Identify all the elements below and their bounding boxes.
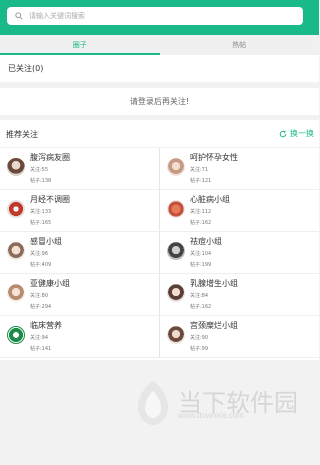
group-card[interactable]: 感冒小组 关注:96 帖子:409 (0, 232, 160, 274)
group-name: 心脏病小组 (190, 195, 230, 204)
group-name: 临床营养 (30, 321, 62, 330)
followed-count: 已关注(0) (8, 64, 44, 73)
recommend-title: 推荐关注 (6, 130, 38, 139)
group-avatar (7, 158, 25, 176)
group-followers: 关注:80 (30, 293, 49, 299)
group-avatar (167, 200, 185, 218)
group-followers: 关注:112 (190, 209, 212, 215)
group-followers: 关注:90 (190, 335, 209, 341)
group-name: 月经不调圈 (30, 195, 70, 204)
login-prompt-section[interactable]: 请登录后再关注! (0, 88, 319, 115)
group-grid: 腹泻病友圈 关注:55 帖子:138 呵护怀孕女性 关注:71 帖子:121 月… (0, 148, 319, 358)
group-card[interactable]: 月经不调圈 关注:133 帖子:165 (0, 190, 160, 232)
group-posts: 帖子:121 (190, 178, 212, 184)
tab-circles[interactable]: 圈子 (0, 35, 160, 55)
group-avatar (167, 326, 185, 344)
group-card[interactable]: 祛痘小组 关注:104 帖子:199 (160, 232, 319, 274)
group-name: 腹泻病友圈 (30, 153, 70, 162)
watermark-text: 当下软件园 (178, 389, 298, 417)
group-name: 亚健康小组 (30, 279, 70, 288)
group-posts: 帖子:165 (30, 220, 52, 226)
group-posts: 帖子:141 (30, 346, 52, 352)
group-card[interactable]: 临床营养 关注:94 帖子:141 (0, 316, 160, 358)
top-header (0, 0, 319, 35)
refresh-icon (279, 130, 287, 137)
group-card[interactable]: 乳腺增生小组 关注:84 帖子:162 (160, 274, 319, 316)
group-followers: 关注:104 (190, 251, 212, 257)
group-followers: 关注:96 (30, 251, 49, 257)
watermark-url: www.downxia.com (178, 411, 244, 420)
group-avatar (7, 284, 25, 302)
group-avatar (7, 200, 25, 218)
group-name: 感冒小组 (30, 237, 62, 246)
group-posts: 帖子:409 (30, 262, 52, 268)
followed-section: 已关注(0) (0, 55, 319, 82)
refresh-button[interactable]: 换一换 (279, 128, 314, 139)
refresh-label: 换一换 (290, 129, 314, 138)
group-card[interactable]: 呵护怀孕女性 关注:71 帖子:121 (160, 148, 319, 190)
search-input[interactable] (29, 12, 279, 20)
recommend-section: 推荐关注 换一换 腹泻病友圈 关注:55 帖子:138 呵护怀孕女性 关注:71… (0, 120, 319, 360)
group-name: 祛痘小组 (190, 237, 222, 246)
group-posts: 帖子:99 (190, 346, 209, 352)
group-name: 呵护怀孕女性 (190, 153, 238, 162)
group-avatar (167, 158, 185, 176)
search-bar[interactable] (7, 7, 303, 25)
group-posts: 帖子:138 (30, 178, 52, 184)
group-avatar (7, 242, 25, 260)
tab-hot-posts[interactable]: 热帖 (160, 35, 320, 55)
group-followers: 关注:133 (30, 209, 52, 215)
group-followers: 关注:94 (30, 335, 49, 341)
group-avatar (7, 326, 25, 344)
group-posts: 帖子:162 (190, 304, 212, 310)
group-avatar (167, 242, 185, 260)
group-posts: 帖子:294 (30, 304, 52, 310)
tab-bar: 圈子 热帖 (0, 35, 319, 55)
group-posts: 帖子:162 (190, 220, 212, 226)
group-card[interactable]: 心脏病小组 关注:112 帖子:162 (160, 190, 319, 232)
group-name: 乳腺增生小组 (190, 279, 238, 288)
group-card[interactable]: 亚健康小组 关注:80 帖子:294 (0, 274, 160, 316)
login-prompt-text[interactable]: 请登录后再关注! (130, 96, 189, 107)
group-card[interactable]: 腹泻病友圈 关注:55 帖子:138 (0, 148, 160, 190)
group-posts: 帖子:199 (190, 262, 212, 268)
search-icon (15, 12, 23, 20)
group-avatar (167, 284, 185, 302)
recommend-header: 推荐关注 换一换 (0, 120, 319, 148)
group-card[interactable]: 宫颈糜烂小组 关注:90 帖子:99 (160, 316, 319, 358)
group-followers: 关注:84 (190, 293, 209, 299)
group-followers: 关注:71 (190, 167, 209, 173)
watermark: 当下软件园 www.downxia.com (134, 379, 318, 444)
watermark-logo-icon (138, 381, 168, 425)
group-followers: 关注:55 (30, 167, 49, 173)
group-name: 宫颈糜烂小组 (190, 321, 238, 330)
